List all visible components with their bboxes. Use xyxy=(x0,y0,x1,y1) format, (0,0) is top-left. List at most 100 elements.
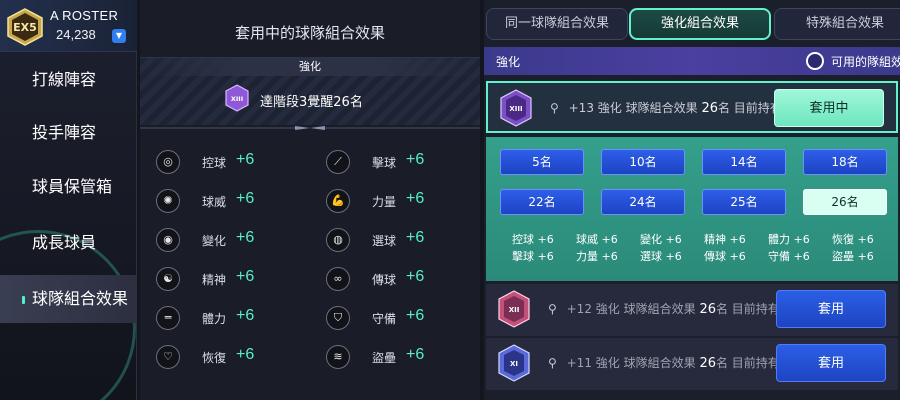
bonus-line: 球威 +6 xyxy=(576,233,618,246)
stat-row: ═ 體力 +6 xyxy=(156,306,306,330)
member-threshold-panel: 5名 10名 14名 18名 22名 24名 25名 26名 控球 +6 擊球 +… xyxy=(486,137,898,281)
stat-name: 控球 xyxy=(202,156,227,170)
chevron-down-icon[interactable]: ▼ xyxy=(112,29,126,43)
stat-value: +6 xyxy=(406,307,425,324)
apply-button[interactable]: 套用 xyxy=(776,290,886,328)
tier-badge-icon: XI xyxy=(498,344,530,382)
nav-item-label: 投手陣容 xyxy=(32,123,97,142)
bonus-column: 球威 +6 力量 +6 xyxy=(576,231,640,265)
svg-text:XI: XI xyxy=(510,360,518,368)
search-icon: ⚲ xyxy=(548,356,557,370)
stat-name: 體力 xyxy=(202,312,227,326)
combo-type: 強化 球隊組合效果 xyxy=(595,302,696,316)
throw-icon: ∞ xyxy=(326,267,350,291)
member-button[interactable]: 24名 xyxy=(601,189,685,215)
stat-name: 盜壘 xyxy=(372,351,397,365)
member-button[interactable]: 10名 xyxy=(601,149,685,175)
nav-item-storage[interactable]: 球員保管箱 xyxy=(0,163,137,211)
stat-value: +6 xyxy=(406,151,425,168)
combo-suffix: 名 目前持有 xyxy=(717,101,782,115)
bonus-line: 變化 +6 xyxy=(640,233,682,246)
member-button[interactable]: 5名 xyxy=(500,149,584,175)
panel-title: 套用中的球隊組合效果 xyxy=(234,24,385,42)
tab-same-team[interactable]: 同一球隊組合效果 xyxy=(486,8,628,40)
bonus-line: 傳球 +6 xyxy=(704,250,746,263)
bonus-line: 力量 +6 xyxy=(576,250,618,263)
strength-filter-bar: 強化 可用的隊組效果 xyxy=(484,47,900,75)
combo-info: ⚲ +11 強化 球隊組合效果 26名 目前持有 xyxy=(548,354,780,371)
combo-row[interactable]: XII ⚲ +12 強化 球隊組合效果 26名 目前持有 套用 xyxy=(486,284,898,336)
combo-level: +12 xyxy=(566,302,592,316)
bonus-line: 恢復 +6 xyxy=(832,233,874,246)
combo-level: +11 xyxy=(566,356,592,370)
tab-special[interactable]: 特殊組合效果 xyxy=(774,8,900,40)
combo-suffix: 名 目前持有 xyxy=(715,356,780,370)
bonus-column: 變化 +6 選球 +6 xyxy=(640,231,704,265)
member-button[interactable]: 14名 xyxy=(702,149,786,175)
filter-label: 強化 xyxy=(496,55,521,69)
nav-item-team-combo[interactable]: 球隊組合效果 xyxy=(0,275,137,323)
stat-name: 守備 xyxy=(372,312,397,326)
roster-points: 24,238 xyxy=(56,27,96,42)
combo-row[interactable]: XI ⚲ +11 強化 球隊組合效果 26名 目前持有 套用 xyxy=(486,338,898,390)
stat-name: 變化 xyxy=(202,234,227,248)
available-filter-label: 可用的隊組效果 xyxy=(831,55,900,69)
svg-text:XIII: XIII xyxy=(509,105,522,113)
tab-strength[interactable]: 強化組合效果 xyxy=(629,8,771,40)
left-nav: EX5 A ROSTER 24,238 ▼ 打線陣容 投手陣容 球員保管箱 成長… xyxy=(0,0,137,400)
svg-text:EX5: EX5 xyxy=(13,21,37,34)
member-button[interactable]: 18名 xyxy=(803,149,887,175)
stat-row: ✺ 球威 +6 xyxy=(156,189,306,213)
member-button[interactable]: 22名 xyxy=(500,189,584,215)
roster-name: A ROSTER xyxy=(50,8,119,23)
available-filter-radio[interactable] xyxy=(806,52,824,70)
bat-icon: ⟋ xyxy=(326,150,350,174)
stat-value: +6 xyxy=(236,346,255,363)
applied-banner: 強化 XIII 達階段3覺醒26名 xyxy=(140,57,480,125)
combo-row[interactable]: XIII ⚲ +13 強化 球隊組合效果 26名 目前持有 套用中 xyxy=(486,81,898,133)
roster-selector[interactable]: EX5 A ROSTER 24,238 ▼ xyxy=(0,0,137,52)
target-icon: ◎ xyxy=(156,150,180,174)
stat-value: +6 xyxy=(406,268,425,285)
combo-suffix: 名 目前持有 xyxy=(715,302,780,316)
active-indicator xyxy=(22,296,25,304)
stat-name: 力量 xyxy=(372,195,397,209)
stat-value: +6 xyxy=(236,268,255,285)
bonus-line: 體力 +6 xyxy=(768,233,810,246)
search-icon: ⚲ xyxy=(550,101,559,115)
banner-heading: 強化 xyxy=(140,58,480,76)
nav-item-label: 打線陣容 xyxy=(32,70,97,89)
member-button-selected[interactable]: 26名 xyxy=(803,189,887,215)
combo-type: 強化 球隊組合效果 xyxy=(597,101,698,115)
stat-row: ◉ 變化 +6 xyxy=(156,228,306,252)
shield-icon: ⛉ xyxy=(326,306,350,330)
stat-name: 球威 xyxy=(202,195,227,209)
brain-icon: ☯ xyxy=(156,267,180,291)
banner-text: 達階段3覺醒26名 xyxy=(260,95,363,110)
member-button[interactable]: 25名 xyxy=(702,189,786,215)
in-use-button[interactable]: 套用中 xyxy=(774,89,884,127)
steal-icon: ≋ xyxy=(326,345,350,369)
fastball-icon: ✺ xyxy=(156,189,180,213)
nav-item-label: 成長球員 xyxy=(32,233,97,252)
bonus-line: 選球 +6 xyxy=(640,250,682,263)
nav-item-pitchers[interactable]: 投手陣容 xyxy=(0,109,137,157)
stat-name: 擊球 xyxy=(372,156,397,170)
apply-button[interactable]: 套用 xyxy=(776,344,886,382)
bonus-column: 恢復 +6 盜壘 +6 xyxy=(832,231,896,265)
stat-row: 💪 力量 +6 xyxy=(326,189,476,213)
nav-item-lineup[interactable]: 打線陣容 xyxy=(0,56,137,104)
stat-value: +6 xyxy=(236,229,255,246)
stat-row: ◎ 控球 +6 xyxy=(156,150,306,174)
rank-badge-icon: EX5 xyxy=(7,8,43,46)
muscle-icon: 💪 xyxy=(326,189,350,213)
combo-info: ⚲ +13 強化 球隊組合效果 26名 目前持有 xyxy=(550,99,782,116)
nav-item-label: 球隊組合效果 xyxy=(32,289,129,308)
combo-list-panel: 同一球隊組合效果 強化組合效果 特殊組合效果 強化 可用的隊組效果 XIII ⚲… xyxy=(484,0,900,400)
bonus-column: 控球 +6 擊球 +6 xyxy=(512,231,576,265)
tier-badge-icon: XII xyxy=(498,290,530,328)
combo-info: ⚲ +12 強化 球隊組合效果 26名 目前持有 xyxy=(548,300,780,317)
nav-item-growth[interactable]: 成長球員 xyxy=(0,219,137,267)
combo-level: +13 xyxy=(568,101,594,115)
stat-row: ☯ 精神 +6 xyxy=(156,267,306,291)
